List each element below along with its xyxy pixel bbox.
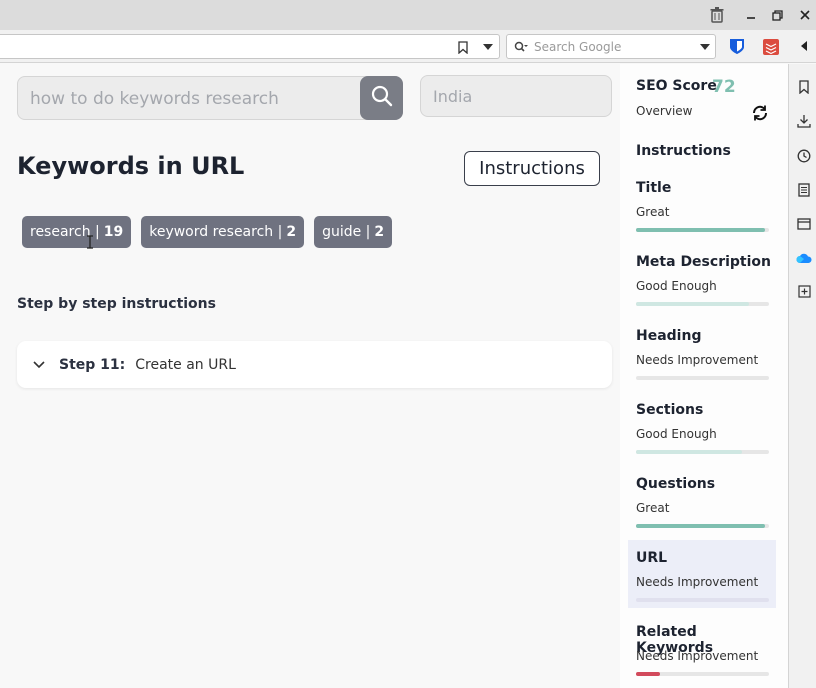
search-icon bbox=[513, 39, 529, 55]
chip-count: 19 bbox=[103, 224, 124, 240]
metric-status: Needs Improvement bbox=[636, 575, 759, 589]
step-text: Create an URL bbox=[135, 356, 236, 373]
metric-name: URL bbox=[636, 550, 668, 566]
cloud-icon[interactable] bbox=[796, 250, 812, 266]
metric-heading[interactable]: Heading Needs Improvement bbox=[628, 318, 776, 386]
metric-status: Needs Improvement bbox=[636, 649, 759, 663]
minimize-icon[interactable] bbox=[740, 4, 762, 26]
metric-progress-bar bbox=[636, 672, 769, 676]
browser-toolbar: Search Google bbox=[0, 30, 816, 63]
search-placeholder: Search Google bbox=[534, 40, 622, 54]
metric-name: Title bbox=[636, 180, 672, 196]
metric-title[interactable]: Title Great bbox=[628, 170, 776, 238]
metric-name: Meta Description bbox=[636, 254, 771, 270]
country-input[interactable]: India bbox=[420, 75, 612, 117]
text-cursor-icon bbox=[86, 234, 94, 253]
bookmark-icon[interactable] bbox=[455, 39, 471, 55]
metric-sections[interactable]: Sections Good Enough bbox=[628, 392, 776, 460]
chip-count: 2 bbox=[286, 224, 297, 240]
overview-link[interactable]: Overview bbox=[636, 104, 693, 118]
metric-status: Good Enough bbox=[636, 427, 717, 441]
metric-progress-fill bbox=[636, 450, 743, 454]
chip-label: guide | bbox=[322, 224, 371, 240]
todoist-icon[interactable] bbox=[762, 38, 779, 55]
search-icon bbox=[371, 85, 393, 111]
keyword-chip[interactable]: guide | 2 bbox=[314, 216, 393, 248]
metric-status: Good Enough bbox=[636, 279, 717, 293]
metric-url[interactable]: URL Needs Improvement bbox=[628, 540, 776, 608]
metric-related-keywords[interactable]: Related Keywords Needs Improvement bbox=[628, 614, 776, 682]
metric-meta-description[interactable]: Meta Description Good Enough bbox=[628, 244, 776, 312]
metric-progress-fill bbox=[636, 672, 660, 676]
steps-heading: Step by step instructions bbox=[17, 296, 216, 312]
search-google-input[interactable]: Search Google bbox=[506, 34, 716, 59]
refresh-icon[interactable] bbox=[751, 104, 769, 126]
bookmarks-icon[interactable] bbox=[796, 79, 812, 95]
instructions-button[interactable]: Instructions bbox=[464, 151, 600, 186]
metric-progress-bar bbox=[636, 302, 769, 306]
seo-panel: SEO Score 72 Overview Instructions Title… bbox=[620, 64, 788, 688]
metric-status: Needs Improvement bbox=[636, 353, 759, 367]
main-content: how to do keywords research India Keywor… bbox=[0, 64, 620, 688]
metric-questions[interactable]: Questions Great bbox=[628, 466, 776, 534]
bitwarden-icon[interactable] bbox=[728, 38, 745, 55]
reader-icon[interactable] bbox=[796, 182, 812, 198]
step-number: Step 11: bbox=[59, 356, 126, 373]
metric-status: Great bbox=[636, 205, 670, 219]
dropdown-icon[interactable] bbox=[481, 40, 495, 54]
seo-score-value: 72 bbox=[712, 77, 736, 97]
browser-sidebar bbox=[788, 64, 816, 688]
keyword-chip[interactable]: keyword research | 2 bbox=[141, 216, 305, 248]
add-panel-icon[interactable] bbox=[796, 283, 812, 299]
url-bar[interactable] bbox=[0, 34, 500, 59]
sidebar-toggle-icon[interactable] bbox=[798, 40, 810, 52]
metric-name: Heading bbox=[636, 328, 702, 344]
window-titlebar bbox=[0, 0, 816, 30]
chevron-down-icon[interactable] bbox=[33, 357, 45, 373]
seo-score-label: SEO Score bbox=[636, 78, 717, 94]
metric-progress-bar bbox=[636, 376, 769, 380]
metric-progress-bar bbox=[636, 450, 769, 454]
close-icon[interactable] bbox=[794, 4, 816, 26]
trash-icon[interactable] bbox=[706, 4, 728, 26]
history-icon[interactable] bbox=[796, 148, 812, 164]
metric-progress-fill bbox=[636, 524, 765, 528]
chip-count: 2 bbox=[374, 224, 385, 240]
metric-progress-bar bbox=[636, 524, 769, 528]
chip-label: keyword research | bbox=[149, 224, 283, 240]
panel-instructions[interactable]: Instructions bbox=[636, 143, 731, 159]
tabs-icon[interactable] bbox=[796, 216, 812, 232]
step-item[interactable]: Step 11: Create an URL bbox=[17, 341, 612, 388]
metric-progress-fill bbox=[636, 302, 750, 306]
metric-progress-bar bbox=[636, 598, 769, 602]
metric-name: Questions bbox=[636, 476, 716, 492]
search-dropdown-icon[interactable] bbox=[699, 41, 711, 53]
metric-progress-bar bbox=[636, 228, 769, 232]
keyword-chips: research | 19 keyword research | 2 guide |… bbox=[22, 216, 393, 248]
keyword-search-button[interactable] bbox=[360, 76, 403, 120]
page-title: Keywords in URL bbox=[17, 152, 245, 180]
downloads-icon[interactable] bbox=[796, 113, 812, 129]
restore-icon[interactable] bbox=[766, 4, 788, 26]
metric-name: Sections bbox=[636, 402, 704, 418]
metric-progress-fill bbox=[636, 228, 765, 232]
keyword-chip[interactable]: research | 19 bbox=[22, 216, 132, 248]
metric-status: Great bbox=[636, 501, 670, 515]
keyword-input[interactable]: how to do keywords research bbox=[17, 76, 403, 120]
